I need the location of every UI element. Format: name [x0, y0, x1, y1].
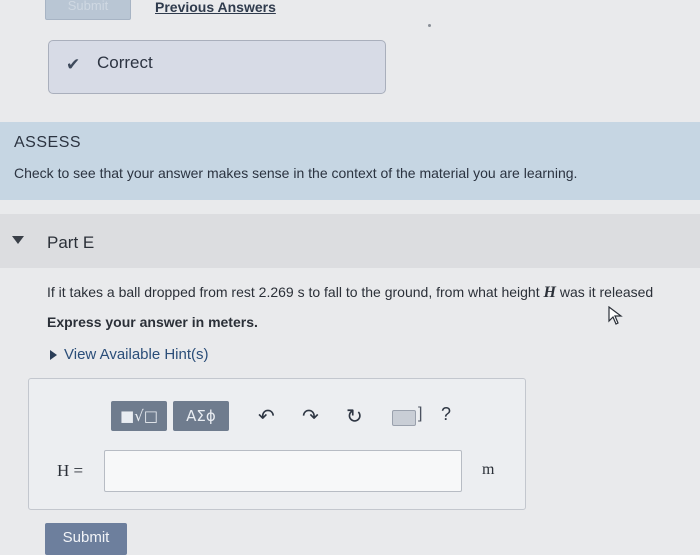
reset-icon[interactable]: ↻: [346, 404, 363, 428]
part-e-title[interactable]: Part E: [47, 233, 94, 253]
undo-icon[interactable]: ↶: [258, 404, 275, 428]
redo-icon[interactable]: ↷: [302, 404, 319, 428]
part-e-header[interactable]: [0, 214, 700, 268]
keyboard-icon[interactable]: [392, 410, 416, 426]
answer-input[interactable]: [104, 450, 462, 492]
assess-section: [0, 122, 700, 200]
answer-variable-label: H =: [57, 461, 84, 480]
check-icon: ✔: [66, 55, 81, 74]
submit-button-disabled[interactable]: Submit: [45, 0, 131, 20]
hint-expand-arrow-icon[interactable]: [50, 350, 57, 360]
question-suffix: was it released: [555, 284, 654, 300]
help-button[interactable]: ?: [441, 404, 451, 425]
feedback-status: Correct: [97, 53, 153, 72]
unit-label: m: [482, 461, 495, 478]
view-hints-link[interactable]: View Available Hint(s): [64, 346, 209, 363]
stray-dot: [428, 24, 431, 27]
assess-text: Check to see that your answer makes sens…: [14, 165, 578, 181]
keyboard-suffix: ]: [418, 405, 423, 422]
previous-answers-link[interactable]: Previous Answers: [155, 0, 276, 15]
instruction-text: Express your answer in meters.: [47, 314, 258, 330]
question-variable: H: [543, 284, 556, 301]
mouse-cursor-icon: [608, 306, 623, 325]
assess-title: ASSESS: [14, 134, 82, 151]
question-prefix: If it takes a ball dropped from rest 2.2…: [47, 284, 544, 300]
math-templates-button[interactable]: ■√□: [111, 401, 167, 431]
submit-button[interactable]: Submit: [45, 523, 127, 555]
question-text: If it takes a ball dropped from rest 2.2…: [47, 284, 653, 302]
collapse-arrow-icon[interactable]: [12, 236, 24, 244]
greek-symbols-button[interactable]: ΑΣϕ: [173, 401, 229, 431]
